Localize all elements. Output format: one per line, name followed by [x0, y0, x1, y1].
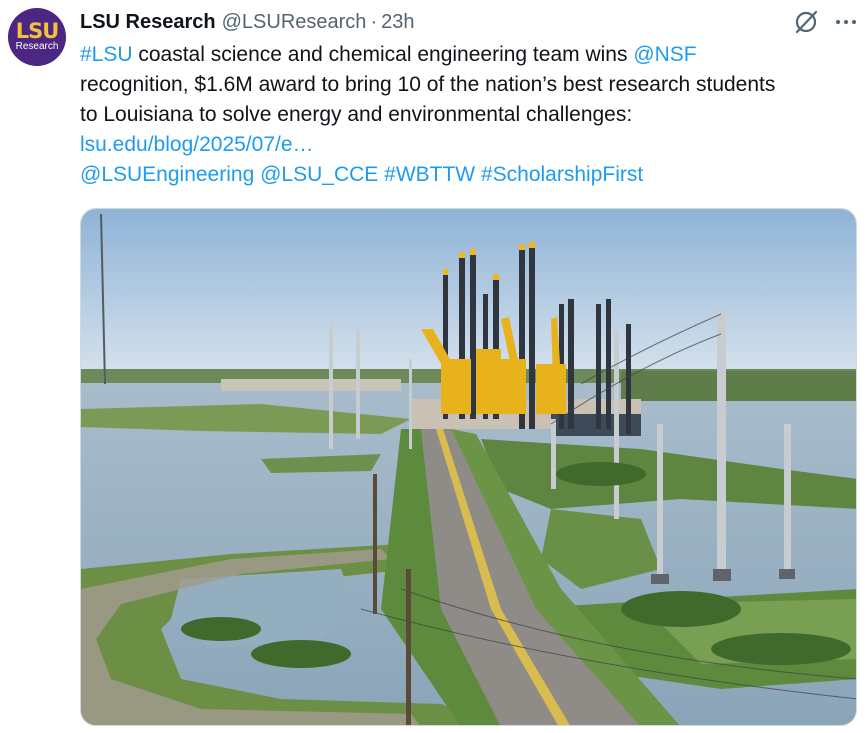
coastal-landscape-image — [81, 209, 856, 725]
sky — [81, 209, 856, 384]
hashtag-scholarshipfirst[interactable]: #ScholarshipFirst — [481, 163, 643, 186]
facility-buildings — [221, 379, 401, 391]
tweet-photo[interactable] — [80, 208, 857, 726]
separator-dot: · — [370, 10, 378, 33]
grok-icon[interactable] — [792, 8, 820, 36]
top-actions — [792, 8, 858, 36]
author-handle[interactable]: @LSUResearch — [222, 11, 367, 34]
more-icon[interactable] — [834, 10, 858, 34]
tweet-line-1: #LSU coastal science and chemical engine… — [80, 40, 860, 70]
mention-lsuengineering[interactable]: @LSUEngineering — [80, 163, 254, 186]
avatar-subtitle: Research — [15, 41, 59, 52]
avatar[interactable]: LSU Research — [8, 8, 66, 66]
mention-lsu-cce[interactable]: @LSU_CCE — [260, 163, 378, 186]
mention-nsf[interactable]: @NSF — [633, 43, 696, 66]
tweet-line-2: recognition, $1.6M award to bring 10 of … — [80, 73, 776, 96]
hashtag-wbttw[interactable]: #WBTTW — [384, 163, 475, 186]
timestamp[interactable]: 23h — [381, 11, 414, 34]
tweet-line-3: to Louisiana to solve energy and environ… — [80, 103, 633, 126]
tag-line: @LSUEngineering @LSU_CCE #WBTTW #Scholar… — [80, 160, 860, 190]
avatar-logo: LSU — [15, 19, 60, 43]
tweet-header: LSU Research @LSUResearch · 23h — [80, 8, 414, 36]
author-name[interactable]: LSU Research — [80, 11, 216, 34]
tweet-text-1: coastal science and chemical engineering… — [132, 43, 634, 66]
article-link[interactable]: lsu.edu/blog/2025/07/e… — [80, 133, 314, 156]
tweet-text: #LSU coastal science and chemical engine… — [80, 40, 860, 190]
hashtag-lsu[interactable]: #LSU — [80, 43, 133, 66]
